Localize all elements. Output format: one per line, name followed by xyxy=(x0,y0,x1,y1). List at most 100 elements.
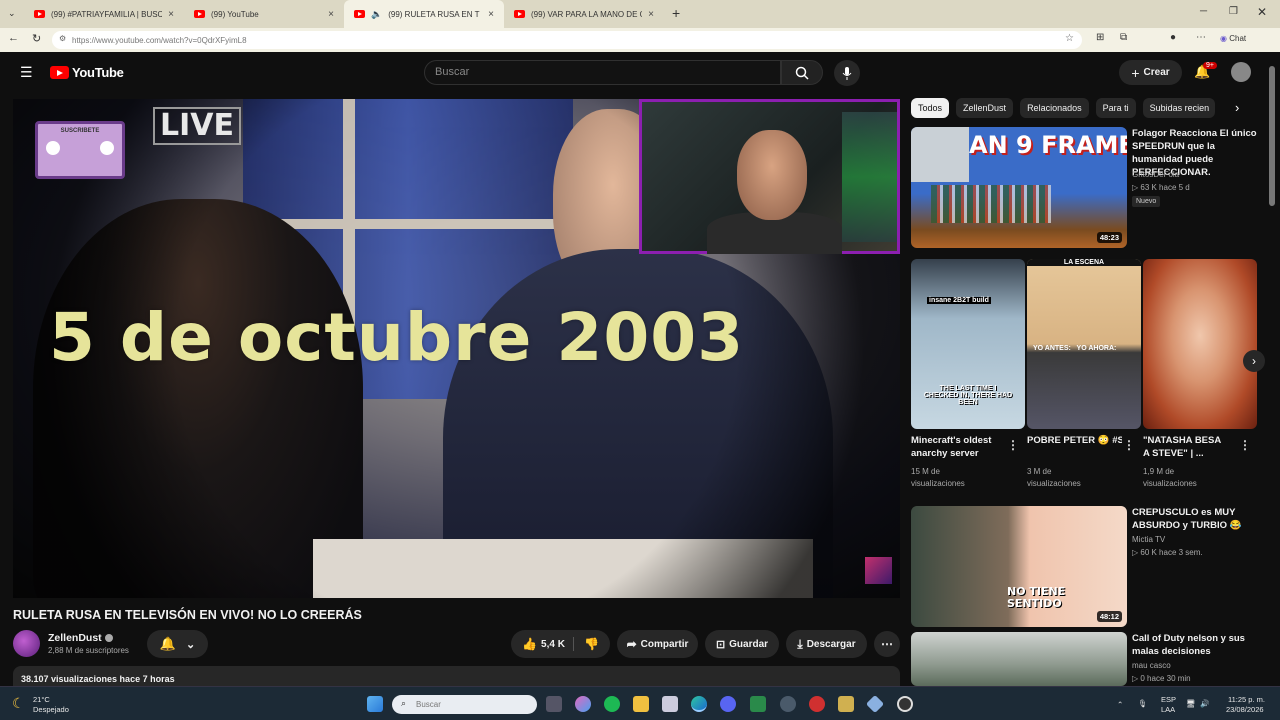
profile-icon[interactable]: ● xyxy=(1170,32,1176,43)
share-button[interactable]: ➦ Compartir xyxy=(617,630,698,658)
microphone-tray-icon[interactable]: 🎙 xyxy=(1138,699,1148,709)
short-views: 15 M de visualizaciones xyxy=(911,467,965,488)
notification-count-badge: 9+ xyxy=(1203,62,1217,69)
back-icon[interactable]: ← xyxy=(8,32,19,44)
related-video-channel[interactable]: GritosDeFola xyxy=(1132,169,1179,181)
chip-todos[interactable]: Todos xyxy=(911,98,950,118)
hamburger-menu-icon[interactable]: ☰ xyxy=(20,64,33,81)
extensions-icon[interactable]: ⊞ xyxy=(1096,32,1104,43)
steam-icon[interactable] xyxy=(780,696,796,712)
related-video-title[interactable]: Call of Duty nelson y sus malas decision… xyxy=(1132,632,1262,658)
description-box[interactable]: 38.107 visualizaciones hace 7 horas xyxy=(13,666,900,688)
chip-subidas-recientes[interactable]: Subidas recien xyxy=(1142,98,1215,118)
short-title[interactable]: "NATASHA BESA A STEVE" | ... xyxy=(1143,434,1228,460)
more-actions-button[interactable]: ⋯ xyxy=(874,631,900,657)
shorts-next-button[interactable]: › xyxy=(1243,350,1265,372)
short-menu-icon[interactable]: ⋮ xyxy=(1123,438,1135,452)
related-video-channel[interactable]: Mictia TV xyxy=(1132,534,1165,546)
channel-avatar[interactable] xyxy=(13,630,40,657)
short-menu-icon[interactable]: ⋮ xyxy=(1007,438,1019,452)
chip-relacionados[interactable]: Relacionados xyxy=(1020,98,1089,118)
app-icon[interactable] xyxy=(750,696,766,712)
account-avatar[interactable] xyxy=(1231,62,1251,82)
site-info-icon[interactable]: ⚙ xyxy=(59,34,66,43)
like-dislike-group: 👍 5,4 K 👎 xyxy=(511,630,610,658)
browser-tab-4[interactable]: (99) VAR PARA LA MANO DE GERI... × xyxy=(504,0,664,28)
obs-icon[interactable] xyxy=(897,696,913,712)
close-tab-icon[interactable]: × xyxy=(488,9,494,20)
related-video-thumbnail[interactable]: NO TIENE SENTIDO 48:12 xyxy=(911,506,1127,627)
language-code[interactable]: ESP xyxy=(1161,695,1176,705)
address-bar[interactable]: ⚙ https://www.youtube.com/watch?v=0QdrXF… xyxy=(52,31,1082,49)
file-explorer-icon[interactable] xyxy=(633,696,649,712)
tray-overflow-icon[interactable]: ⌃ xyxy=(1117,700,1123,710)
clock-time[interactable]: 11:25 p. m. xyxy=(1228,695,1265,705)
scrollbar-thumb[interactable] xyxy=(1269,66,1275,206)
edge-browser-icon[interactable] xyxy=(691,696,707,712)
short-thumbnail[interactable]: LA ESCENA YO ANTES: YO AHORA: xyxy=(1027,259,1141,429)
chip-zellendust[interactable]: ZellenDust xyxy=(956,98,1014,118)
network-icon[interactable]: 🖥 xyxy=(1186,699,1196,709)
channel-watermark-icon[interactable] xyxy=(865,557,892,584)
search-button[interactable] xyxy=(781,60,823,85)
bookmark-star-icon[interactable]: ☆ xyxy=(1065,33,1074,44)
discord-icon[interactable] xyxy=(720,696,736,712)
voice-search-button[interactable] xyxy=(834,60,860,86)
minimize-icon[interactable]: ─ xyxy=(1200,6,1207,17)
thumbs-down-icon[interactable]: 👎 xyxy=(584,637,599,651)
short-thumbnail[interactable]: insane 2B2T build THE LAST TIME I CHECKE… xyxy=(911,259,1025,429)
related-video-thumbnail[interactable]: AN 9 FRAMES 48:23 xyxy=(911,127,1127,248)
spotify-icon[interactable] xyxy=(604,696,620,712)
search-input[interactable]: Buscar xyxy=(424,60,781,85)
tab-menu-chevron-icon[interactable]: ⌄ xyxy=(8,8,16,19)
short-menu-icon[interactable]: ⋮ xyxy=(1239,438,1251,452)
weather-moon-icon[interactable]: ☾ xyxy=(12,695,25,712)
channel-name[interactable]: ZellenDust xyxy=(48,632,113,644)
start-windows-icon[interactable] xyxy=(367,696,383,712)
youtube-logo[interactable]: YouTube xyxy=(50,65,124,80)
chips-next-chevron-icon[interactable]: › xyxy=(1235,100,1239,115)
related-video-thumbnail[interactable] xyxy=(911,632,1127,686)
copilot-chat-button[interactable]: ◉ Chat xyxy=(1220,34,1246,43)
related-video-channel[interactable]: mau casco xyxy=(1132,660,1171,672)
menu-dots-icon[interactable]: ⋯ xyxy=(1196,32,1206,43)
related-video-title[interactable]: CREPUSCULO es MUY ABSURDO y TURBIO 😂 xyxy=(1132,506,1256,532)
chip-para-ti[interactable]: Para ti xyxy=(1095,98,1136,118)
maximize-icon[interactable]: ❐ xyxy=(1229,6,1238,17)
streamer-webcam xyxy=(639,99,900,254)
short-top-caption: LA ESCENA xyxy=(1027,259,1141,266)
audio-icon[interactable]: 🔈 xyxy=(371,9,382,20)
store-icon[interactable] xyxy=(662,696,678,712)
new-tab-button[interactable]: + xyxy=(672,5,680,21)
taskbar-search-input[interactable]: Buscar xyxy=(392,695,537,714)
short-title[interactable]: Minecraft's oldest anarchy server xyxy=(911,434,1006,460)
close-tab-icon[interactable]: × xyxy=(648,9,654,20)
windows-taskbar: ☾ 21°C Despejado Buscar ⌕ ⌃ 🎙 ESP LAA 🖥 … xyxy=(0,686,1280,720)
browser-tab-1[interactable]: (99) #PATRIAYFAMILIA | BUSCAMOS... × xyxy=(24,0,184,28)
create-button[interactable]: + Crear xyxy=(1119,60,1182,85)
download-button[interactable]: ⤓ Descargar xyxy=(786,630,867,658)
close-window-icon[interactable]: ✕ xyxy=(1257,5,1267,19)
weather-temp[interactable]: 21°C xyxy=(33,695,50,705)
app-yellow-icon[interactable] xyxy=(838,696,854,712)
save-button[interactable]: ⊡ Guardar xyxy=(705,630,779,658)
like-button[interactable]: 👍 5,4 K xyxy=(522,637,574,651)
browser-toolbar: ← ↻ ⚙ https://www.youtube.com/watch?v=0Q… xyxy=(0,28,1280,52)
page-scrollbar[interactable] xyxy=(1268,56,1276,686)
task-view-icon[interactable] xyxy=(546,696,562,712)
copilot-app-icon[interactable] xyxy=(575,696,591,712)
video-player[interactable]: LIVE SUSCRIBETE 5 de octubre 2003 xyxy=(13,99,900,598)
close-tab-icon[interactable]: × xyxy=(168,9,174,20)
close-tab-icon[interactable]: × xyxy=(328,9,334,20)
app-red-icon[interactable] xyxy=(809,696,825,712)
app-diamond-icon[interactable] xyxy=(865,694,885,714)
short-title[interactable]: POBRE PETER 😳 #SpectacularSpi... xyxy=(1027,434,1122,460)
webcam-background xyxy=(842,112,897,242)
collections-icon[interactable]: ⧉ xyxy=(1120,32,1127,43)
browser-tab-2[interactable]: (99) YouTube × xyxy=(184,0,344,28)
volume-icon[interactable]: 🔊 xyxy=(1200,699,1209,709)
short-thumbnail[interactable] xyxy=(1143,259,1257,429)
subscribed-bell-button[interactable]: 🔔 ⌄ xyxy=(147,630,208,658)
browser-tab-3[interactable]: 🔈 (99) RULETA RUSA EN TELEVI... × xyxy=(344,0,504,28)
reload-icon[interactable]: ↻ xyxy=(32,32,41,45)
